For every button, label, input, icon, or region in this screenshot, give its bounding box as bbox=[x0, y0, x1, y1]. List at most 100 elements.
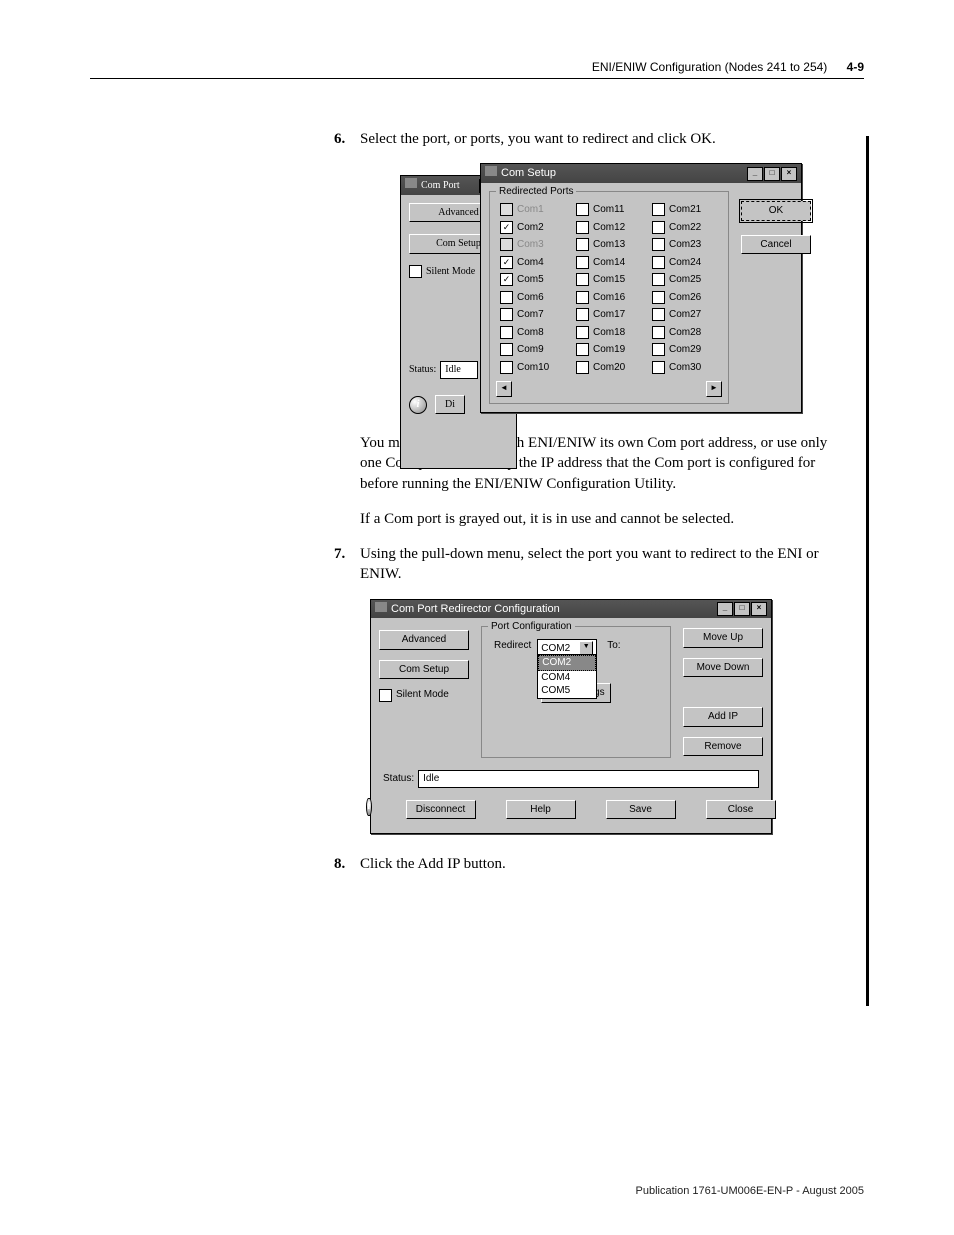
checkbox-icon[interactable] bbox=[576, 291, 589, 304]
checkbox-icon[interactable] bbox=[652, 361, 665, 374]
port-checkbox-com16[interactable]: Com16 bbox=[576, 291, 642, 305]
port-checkbox-com6[interactable]: Com6 bbox=[500, 291, 566, 305]
redirect-port-select[interactable]: COM2 ▼ COM2COM4COM5 bbox=[537, 639, 597, 657]
port-checkbox-com5[interactable]: Com5 bbox=[500, 273, 566, 287]
checkbox-icon[interactable] bbox=[576, 256, 589, 269]
move-up-button[interactable]: Move Up bbox=[683, 628, 763, 648]
checkbox-icon[interactable] bbox=[652, 326, 665, 339]
port-checkbox-com13[interactable]: Com13 bbox=[576, 238, 642, 252]
port-checkbox-com28[interactable]: Com28 bbox=[652, 326, 718, 340]
checkbox-icon[interactable] bbox=[500, 291, 513, 304]
checkbox-icon[interactable] bbox=[652, 256, 665, 269]
checkbox-icon[interactable] bbox=[576, 273, 589, 286]
silent-mode-checkbox[interactable]: Silent Mode bbox=[379, 688, 469, 702]
checkbox-icon[interactable] bbox=[652, 273, 665, 286]
redirect-dropdown[interactable]: COM2COM4COM5 bbox=[537, 654, 597, 699]
port-checkbox-com22[interactable]: Com22 bbox=[652, 221, 718, 235]
help-button[interactable]: Help bbox=[506, 800, 576, 820]
status-label: Status: bbox=[383, 772, 414, 786]
checkbox-icon[interactable] bbox=[576, 238, 589, 251]
scroll-right-icon[interactable]: ► bbox=[706, 381, 722, 397]
checkbox-icon[interactable] bbox=[576, 361, 589, 374]
checkbox-icon[interactable] bbox=[652, 308, 665, 321]
port-label: Com27 bbox=[669, 308, 701, 322]
checkbox-icon[interactable] bbox=[652, 203, 665, 216]
checkbox-icon[interactable] bbox=[576, 326, 589, 339]
port-checkbox-com8[interactable]: Com8 bbox=[500, 326, 566, 340]
checkbox-icon[interactable] bbox=[500, 343, 513, 356]
port-checkbox-com27[interactable]: Com27 bbox=[652, 308, 718, 322]
port-label: Com3 bbox=[517, 238, 544, 252]
port-checkbox-com3: Com3 bbox=[500, 238, 566, 252]
port-checkbox-com19[interactable]: Com19 bbox=[576, 343, 642, 357]
minimize-icon[interactable]: _ bbox=[747, 167, 763, 181]
window-com-setup: Com Setup _ □ × Redirected Ports Com1Com… bbox=[480, 163, 802, 413]
port-checkbox-com7[interactable]: Com7 bbox=[500, 308, 566, 322]
close-button[interactable]: Close bbox=[706, 800, 776, 820]
checkbox-icon[interactable] bbox=[500, 256, 513, 269]
port-checkbox-com21[interactable]: Com21 bbox=[652, 203, 718, 217]
port-checkbox-com25[interactable]: Com25 bbox=[652, 273, 718, 287]
checkbox-icon[interactable] bbox=[576, 221, 589, 234]
move-down-button[interactable]: Move Down bbox=[683, 658, 763, 678]
port-checkbox-com29[interactable]: Com29 bbox=[652, 343, 718, 357]
port-checkbox-com14[interactable]: Com14 bbox=[576, 256, 642, 270]
com-setup-button[interactable]: Com Setup bbox=[379, 660, 469, 680]
step-8-number: 8. bbox=[334, 854, 345, 874]
checkbox-icon[interactable] bbox=[409, 265, 422, 278]
port-checkbox-com26[interactable]: Com26 bbox=[652, 291, 718, 305]
ok-button[interactable]: OK bbox=[741, 201, 811, 221]
port-checkbox-com11[interactable]: Com11 bbox=[576, 203, 642, 217]
port-checkbox-com24[interactable]: Com24 bbox=[652, 256, 718, 270]
port-checkbox-com15[interactable]: Com15 bbox=[576, 273, 642, 287]
port-checkbox-com12[interactable]: Com12 bbox=[576, 221, 642, 235]
scroll-left-icon[interactable]: ◄ bbox=[496, 381, 512, 397]
save-button[interactable]: Save bbox=[606, 800, 676, 820]
dropdown-arrow-icon[interactable]: ▼ bbox=[579, 641, 593, 655]
add-ip-button[interactable]: Add IP bbox=[683, 707, 763, 727]
remove-button[interactable]: Remove bbox=[683, 737, 763, 757]
checkbox-icon[interactable] bbox=[652, 221, 665, 234]
checkbox-icon[interactable] bbox=[379, 689, 392, 702]
silent-mode-label: Silent Mode bbox=[396, 688, 449, 702]
checkbox-icon[interactable] bbox=[500, 308, 513, 321]
checkbox-icon[interactable] bbox=[652, 238, 665, 251]
minimize-icon[interactable]: _ bbox=[717, 602, 733, 616]
port-checkbox-com9[interactable]: Com9 bbox=[500, 343, 566, 357]
dropdown-option[interactable]: COM4 bbox=[538, 671, 596, 685]
checkbox-icon[interactable] bbox=[500, 361, 513, 374]
dropdown-option[interactable]: COM5 bbox=[538, 684, 596, 698]
port-checkbox-com20[interactable]: Com20 bbox=[576, 361, 642, 375]
app-icon bbox=[405, 178, 417, 188]
checkbox-icon[interactable] bbox=[500, 238, 513, 251]
redirect-label: Redirect bbox=[494, 639, 531, 653]
port-label: Com16 bbox=[593, 291, 625, 305]
port-checkbox-com4[interactable]: Com4 bbox=[500, 256, 566, 270]
maximize-icon[interactable]: □ bbox=[734, 602, 750, 616]
dropdown-option[interactable]: COM2 bbox=[538, 655, 596, 671]
di-button[interactable]: Di bbox=[435, 395, 465, 415]
checkbox-icon[interactable] bbox=[500, 273, 513, 286]
port-checkbox-com18[interactable]: Com18 bbox=[576, 326, 642, 340]
checkbox-icon[interactable] bbox=[576, 343, 589, 356]
checkbox-icon[interactable] bbox=[576, 203, 589, 216]
checkbox-icon[interactable] bbox=[500, 203, 513, 216]
advanced-button[interactable]: Advanced bbox=[379, 630, 469, 650]
checkbox-icon[interactable] bbox=[500, 326, 513, 339]
page-number: 4-9 bbox=[847, 60, 864, 74]
disconnect-button[interactable]: Disconnect bbox=[406, 800, 476, 820]
checkbox-icon[interactable] bbox=[500, 221, 513, 234]
port-checkbox-com2[interactable]: Com2 bbox=[500, 221, 566, 235]
port-checkbox-com10[interactable]: Com10 bbox=[500, 361, 566, 375]
checkbox-icon[interactable] bbox=[652, 291, 665, 304]
checkbox-icon[interactable] bbox=[652, 343, 665, 356]
close-icon[interactable]: × bbox=[751, 602, 767, 616]
checkbox-icon[interactable] bbox=[576, 308, 589, 321]
cancel-button[interactable]: Cancel bbox=[741, 235, 811, 255]
port-checkbox-com23[interactable]: Com23 bbox=[652, 238, 718, 252]
port-label: Com12 bbox=[593, 221, 625, 235]
port-checkbox-com17[interactable]: Com17 bbox=[576, 308, 642, 322]
close-icon[interactable]: × bbox=[781, 167, 797, 181]
maximize-icon[interactable]: □ bbox=[764, 167, 780, 181]
port-checkbox-com30[interactable]: Com30 bbox=[652, 361, 718, 375]
